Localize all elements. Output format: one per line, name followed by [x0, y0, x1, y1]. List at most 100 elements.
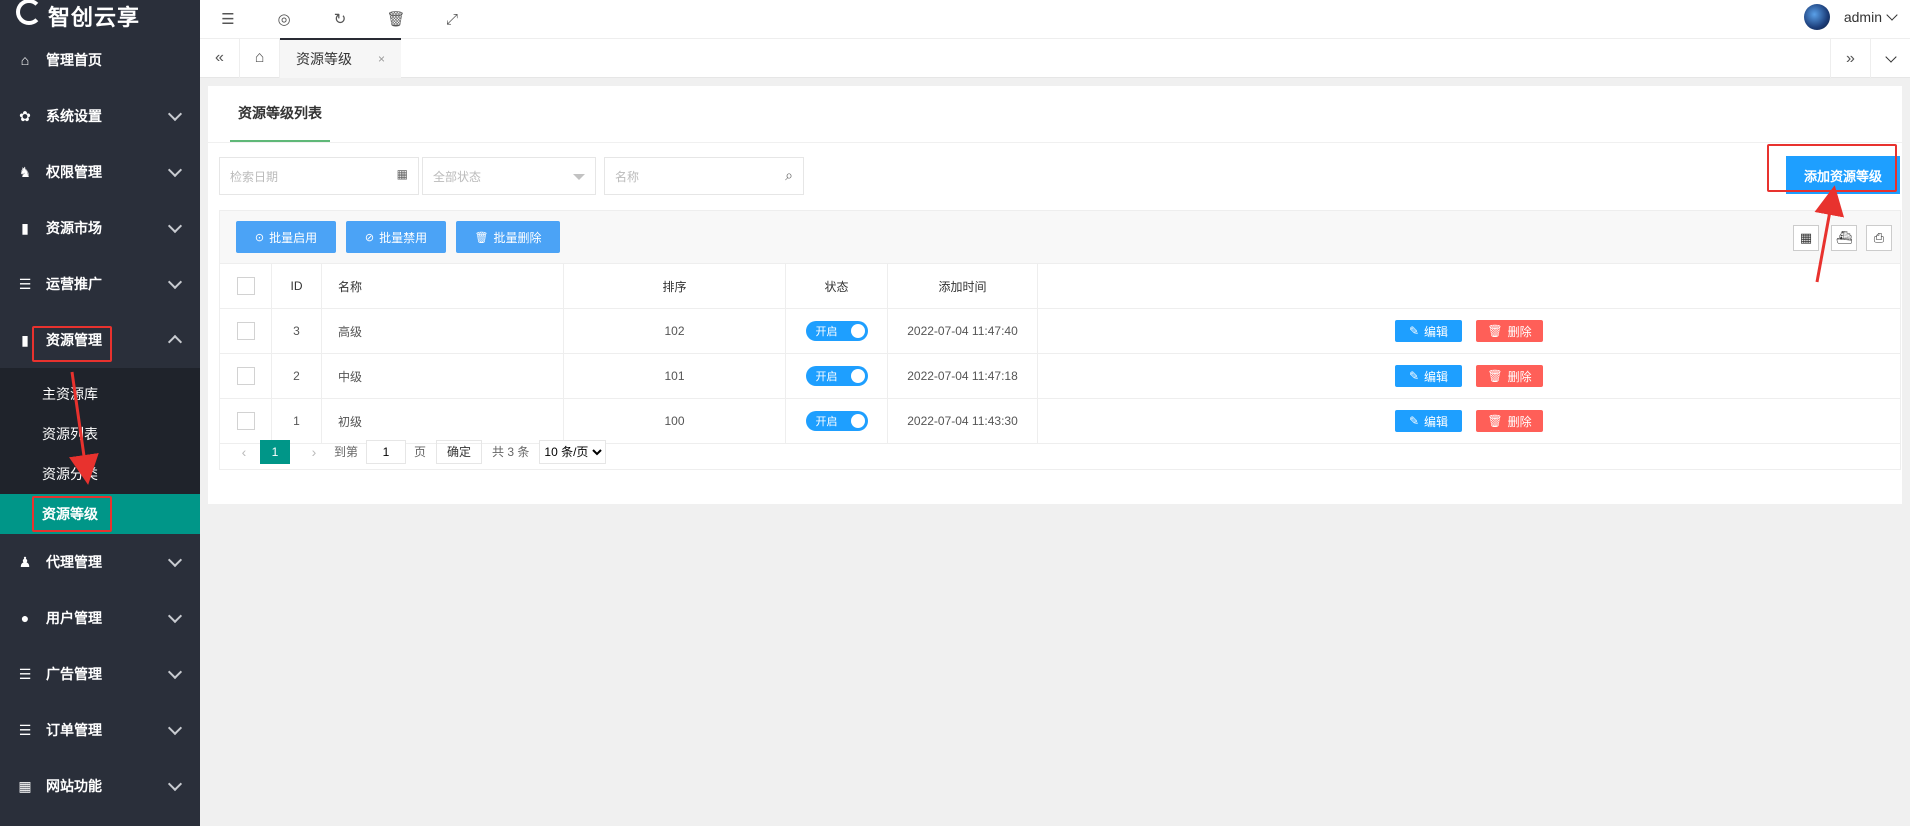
sidebar-subitem-resource-list[interactable]: 资源列表 — [0, 414, 200, 454]
sidebar-subitem-resource-category[interactable]: 资源分类 — [0, 454, 200, 494]
sidebar-item-permissions[interactable]: ♞ 权限管理 — [0, 144, 200, 200]
sidebar-item-resource-management[interactable]: ▮ 资源管理 — [0, 312, 200, 368]
sidebar-item-users[interactable]: ● 用户管理 — [0, 590, 200, 646]
trash-icon[interactable]: 🗑 — [368, 10, 424, 28]
delete-label: 删除 — [1507, 324, 1532, 339]
delete-button[interactable]: 🗑 删除 — [1476, 410, 1543, 432]
batch-delete-button[interactable]: 🗑 批量删除 — [456, 221, 560, 253]
refresh-icon[interactable]: ↻ — [312, 10, 368, 28]
tabs-menu-dropdown[interactable] — [1870, 39, 1910, 79]
caret-down-icon — [573, 174, 585, 180]
sidebar-item-label: 运营推广 — [46, 276, 102, 292]
sidebar-item-orders[interactable]: ☰ 订单管理 — [0, 702, 200, 758]
brand-logo[interactable]: 智创云享 — [0, 0, 200, 32]
chevron-down-icon — [1886, 9, 1898, 21]
collapse-menu-icon[interactable]: ☰ — [200, 10, 256, 28]
chevron-down-icon — [167, 608, 183, 624]
row-checkbox[interactable] — [236, 367, 255, 385]
edit-button[interactable]: ✎ 编辑 — [1395, 410, 1462, 432]
export-icon[interactable]: ⛴ — [1831, 225, 1857, 251]
row-checkbox[interactable] — [236, 412, 255, 430]
fullscreen-icon[interactable]: ⤢ — [424, 11, 480, 28]
col-header-sort[interactable]: 排序 — [563, 263, 786, 309]
row-checkbox[interactable] — [236, 322, 255, 340]
total-count: 共 3 条 — [492, 445, 530, 459]
goto-page-input[interactable] — [366, 439, 407, 464]
delete-label: 删除 — [1507, 414, 1532, 429]
cell-name: 中级 — [321, 353, 564, 399]
toggle-knob — [850, 324, 865, 338]
user-menu[interactable]: admin — [1803, 2, 1898, 32]
prev-page-icon[interactable]: ‹ — [232, 444, 256, 460]
col-header-status[interactable]: 状态 — [785, 263, 888, 309]
delete-button[interactable]: 🗑 删除 — [1476, 365, 1543, 387]
delete-label: 删除 — [1507, 369, 1532, 384]
sidebar-item-ads[interactable]: ☰ 广告管理 — [0, 646, 200, 702]
cell-name: 高级 — [321, 308, 564, 354]
cell-time: 2022-07-04 11:47:40 — [887, 308, 1038, 354]
batch-enable-label: 批量启用 — [269, 230, 318, 245]
chevron-down-icon — [167, 776, 183, 792]
sidebar-item-system-settings[interactable]: ✿ 系统设置 — [0, 88, 200, 144]
list-icon: ☰ — [18, 721, 32, 738]
cell-id: 3 — [271, 308, 322, 354]
cell-sort: 102 — [563, 308, 786, 354]
goto-confirm-button[interactable]: 确定 — [436, 439, 483, 464]
batch-disable-button[interactable]: ⊘ 批量禁用 — [346, 221, 446, 253]
globe-icon[interactable]: ◎ — [256, 10, 312, 28]
name-search-placeholder: 名称 — [615, 169, 640, 184]
col-header-id[interactable]: ID — [271, 263, 322, 309]
name-search-input[interactable]: 名称 ⌕ — [604, 157, 804, 195]
sidebar-item-resource-market[interactable]: ▮ 资源市场 — [0, 200, 200, 256]
column-filter-icon[interactable]: ▦ — [1793, 225, 1819, 251]
status-select[interactable]: 全部状态 — [422, 157, 596, 195]
card-tab-title[interactable]: 资源等级列表 — [230, 86, 330, 142]
col-header-name[interactable]: 名称 — [321, 263, 564, 309]
chevron-down-icon — [167, 106, 183, 122]
book-icon: ▮ — [21, 219, 29, 236]
add-resource-level-button[interactable]: 添加资源等级 — [1786, 156, 1900, 194]
status-select-placeholder: 全部状态 — [433, 169, 482, 184]
top-header: ☰ ◎ ↻ 🗑 ⤢ admin — [200, 0, 1910, 38]
sidebar-item-agents[interactable]: ♟ 代理管理 — [0, 534, 200, 590]
cell-status: 开启 — [785, 308, 888, 354]
col-header-time[interactable]: 添加时间 — [887, 263, 1038, 309]
page-size-select[interactable]: 10 条/页 — [539, 439, 607, 464]
tabs-scroll-right-icon[interactable]: » — [1830, 39, 1870, 79]
content-card: 资源等级列表 检索日期 ▦ 全部状态 名称 ⌕ 添加资源等级 ⊙ 批量启用 ⊘ … — [208, 86, 1902, 504]
sidebar-subitem-resource-level[interactable]: 资源等级 — [0, 494, 200, 534]
sidebar-item-label: 用户管理 — [46, 610, 102, 626]
sidebar-item-label: 订单管理 — [46, 722, 102, 738]
sidebar-item-operations[interactable]: ☰ 运营推广 — [0, 256, 200, 312]
avatar — [1803, 4, 1830, 30]
sidebar-subitem-label: 资源列表 — [42, 426, 98, 442]
grid-icon: ▦ — [18, 777, 32, 794]
sidebar-item-home[interactable]: ⌂ 管理首页 — [0, 32, 200, 88]
tab-resource-level[interactable]: 资源等级 × — [280, 38, 402, 78]
batch-enable-button[interactable]: ⊙ 批量启用 — [236, 221, 336, 253]
print-icon[interactable]: ⎙ — [1866, 225, 1892, 251]
search-icon[interactable]: ⌕ — [785, 167, 793, 184]
next-page-icon[interactable]: › — [302, 444, 326, 460]
list-icon: ☰ — [18, 275, 32, 292]
delete-button[interactable]: 🗑 删除 — [1476, 320, 1543, 342]
sidebar-subitem-label: 资源分类 — [42, 466, 98, 482]
home-tab-icon[interactable]: ⌂ — [240, 38, 280, 78]
select-all-checkbox[interactable] — [236, 277, 255, 295]
close-icon[interactable]: × — [378, 52, 385, 66]
status-toggle[interactable]: 开启 — [805, 321, 868, 341]
date-search-input[interactable]: 检索日期 ▦ — [219, 157, 419, 195]
sidebar-subitem-main-library[interactable]: 主资源库 — [0, 374, 200, 414]
list-icon: ☰ — [18, 665, 32, 682]
tabs-scroll-left-icon[interactable]: « — [200, 38, 240, 78]
resource-submenu: 主资源库 资源列表 资源分类 资源等级 — [0, 368, 200, 534]
edit-button[interactable]: ✎ 编辑 — [1395, 320, 1462, 342]
sidebar: 智创云享 ⌂ 管理首页 ✿ 系统设置 ♞ 权限管理 ▮ 资源市场 ☰ 运营推广 … — [0, 0, 200, 826]
status-toggle[interactable]: 开启 — [805, 366, 868, 386]
sidebar-item-site-functions[interactable]: ▦ 网站功能 — [0, 758, 200, 814]
goto-prefix: 到第 — [334, 445, 359, 459]
page-number-current[interactable]: 1 — [260, 439, 290, 464]
chevron-down-icon — [1884, 51, 1897, 63]
status-toggle[interactable]: 开启 — [805, 411, 868, 431]
edit-button[interactable]: ✎ 编辑 — [1395, 365, 1462, 387]
